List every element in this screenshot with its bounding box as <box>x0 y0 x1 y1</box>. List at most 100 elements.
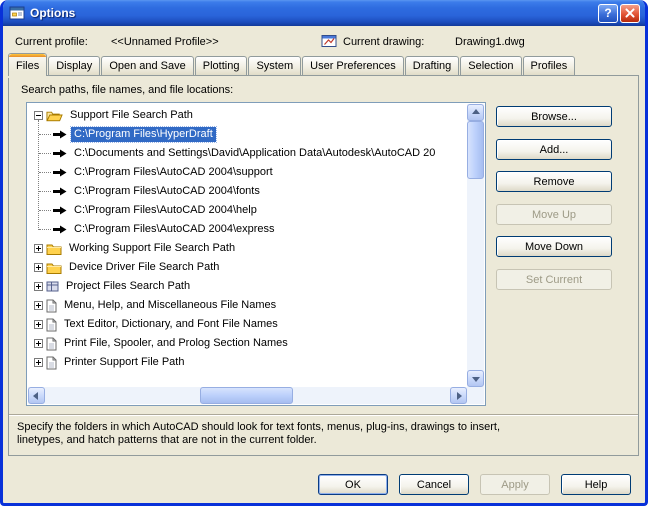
tree-item-path[interactable]: C:\Program Files\HyperDraft <box>28 125 467 144</box>
expand-plus-icon[interactable] <box>34 282 43 291</box>
window-title: Options <box>30 6 598 20</box>
tree-item-label: Print File, Spooler, and Prolog Section … <box>61 336 291 351</box>
page-icon <box>46 299 57 313</box>
tree-item-label: Printer Support File Path <box>61 355 187 370</box>
scrollbar-corner <box>467 387 484 404</box>
tab-selection[interactable]: Selection <box>460 56 521 75</box>
file-paths-tree: Support File Search Path C:\Program File… <box>26 102 486 406</box>
tree-item-text-editor-file-names[interactable]: Text Editor, Dictionary, and Font File N… <box>28 315 467 334</box>
left-arrow-icon <box>33 392 38 400</box>
tree-item-label: Support File Search Path <box>67 108 196 123</box>
tree-item-print-file-names[interactable]: Print File, Spooler, and Prolog Section … <box>28 334 467 353</box>
tree-item-label: Text Editor, Dictionary, and Font File N… <box>61 317 281 332</box>
tab-open-and-save[interactable]: Open and Save <box>101 56 193 75</box>
tree-item-label: Device Driver File Search Path <box>66 260 222 275</box>
cancel-button[interactable]: Cancel <box>399 474 469 495</box>
horizontal-scrollbar[interactable] <box>28 387 467 404</box>
expand-plus-icon[interactable] <box>34 301 43 310</box>
ok-button[interactable]: OK <box>318 474 388 495</box>
tree-item-label: C:\Program Files\AutoCAD 2004\support <box>71 165 276 180</box>
arrow-icon <box>53 130 67 139</box>
tree-item-path[interactable]: C:\Program Files\AutoCAD 2004\support <box>28 163 467 182</box>
options-app-icon <box>9 5 25 21</box>
titlebar[interactable]: Options ? <box>0 0 648 26</box>
apply-button[interactable]: Apply <box>480 474 550 495</box>
up-arrow-icon <box>472 109 480 114</box>
options-dialog: Options ? Current profile: <<Unnamed Pro… <box>0 0 648 506</box>
tab-description-text: Specify the folders in which AutoCAD sho… <box>17 421 537 447</box>
scroll-left-button[interactable] <box>28 387 45 404</box>
expand-plus-icon[interactable] <box>34 320 43 329</box>
vertical-scrollbar[interactable] <box>467 104 484 387</box>
folder-icon <box>46 261 62 274</box>
project-icon <box>46 280 59 293</box>
question-icon: ? <box>604 6 611 20</box>
tree-item-printer-support-path[interactable]: Printer Support File Path <box>28 353 467 372</box>
tree-item-label: Project Files Search Path <box>63 279 193 294</box>
tab-files[interactable]: Files <box>8 53 47 76</box>
tree-item-label-selected: C:\Program Files\HyperDraft <box>71 127 216 142</box>
collapse-minus-icon[interactable] <box>34 111 43 120</box>
folder-open-icon <box>46 109 63 122</box>
horizontal-scroll-thumb[interactable] <box>200 387 293 404</box>
scroll-up-button[interactable] <box>467 104 484 121</box>
files-tab-panel: Search paths, file names, and file locat… <box>8 75 639 456</box>
current-drawing-value: Drawing1.dwg <box>455 36 525 48</box>
page-icon <box>46 356 57 370</box>
tree-item-label: C:\Program Files\AutoCAD 2004\express <box>71 222 278 237</box>
tab-user-preferences[interactable]: User Preferences <box>302 56 404 75</box>
tree-item-path[interactable]: C:\Program Files\AutoCAD 2004\help <box>28 201 467 220</box>
arrow-icon <box>53 187 67 196</box>
current-drawing-label: Current drawing: <box>343 36 424 48</box>
close-button[interactable] <box>620 4 640 23</box>
tab-plotting[interactable]: Plotting <box>195 56 248 75</box>
expand-plus-icon[interactable] <box>34 358 43 367</box>
close-icon <box>625 8 635 18</box>
move-down-button[interactable]: Move Down <box>496 236 612 257</box>
browse-button[interactable]: Browse... <box>496 106 612 127</box>
add-button[interactable]: Add... <box>496 139 612 160</box>
move-up-button[interactable]: Move Up <box>496 204 612 225</box>
vertical-scroll-thumb[interactable] <box>467 121 484 179</box>
current-profile-value: <<Unnamed Profile>> <box>111 36 219 48</box>
expand-plus-icon[interactable] <box>34 244 43 253</box>
scroll-right-button[interactable] <box>450 387 467 404</box>
arrow-icon <box>53 168 67 177</box>
tab-display[interactable]: Display <box>48 56 100 75</box>
drawing-file-icon <box>321 33 337 49</box>
remove-button[interactable]: Remove <box>496 171 612 192</box>
current-profile-label: Current profile: <box>15 36 88 48</box>
expand-plus-icon[interactable] <box>34 263 43 272</box>
tree-content: Support File Search Path C:\Program File… <box>28 104 467 387</box>
expand-plus-icon[interactable] <box>34 339 43 348</box>
tab-drafting[interactable]: Drafting <box>405 56 460 75</box>
help-titlebar-button[interactable]: ? <box>598 4 618 23</box>
tree-item-label: Working Support File Search Path <box>66 241 238 256</box>
set-current-button[interactable]: Set Current <box>496 269 612 290</box>
folder-icon <box>46 242 62 255</box>
section-label: Search paths, file names, and file locat… <box>21 84 233 96</box>
tree-children: C:\Program Files\HyperDraft C:\Documents… <box>28 125 467 239</box>
tab-system[interactable]: System <box>248 56 301 75</box>
down-arrow-icon <box>472 377 480 382</box>
tree-item-label: C:\Program Files\AutoCAD 2004\fonts <box>71 184 263 199</box>
tree-item-label: Menu, Help, and Miscellaneous File Names <box>61 298 279 313</box>
tab-profiles[interactable]: Profiles <box>523 56 576 75</box>
tree-item-label: C:\Documents and Settings\David\Applicat… <box>71 146 438 161</box>
page-icon <box>46 318 57 332</box>
titlebar-buttons: ? <box>598 4 640 23</box>
arrow-icon <box>53 225 67 234</box>
tree-item-device-driver-path[interactable]: Device Driver File Search Path <box>28 258 467 277</box>
tree-item-project-files-path[interactable]: Project Files Search Path <box>28 277 467 296</box>
tab-bar: Files Display Open and Save Plotting Sys… <box>8 53 576 76</box>
help-button[interactable]: Help <box>561 474 631 495</box>
scroll-down-button[interactable] <box>467 370 484 387</box>
tree-item-menu-help-file-names[interactable]: Menu, Help, and Miscellaneous File Names <box>28 296 467 315</box>
page-icon <box>46 337 57 351</box>
tree-item-path[interactable]: C:\Documents and Settings\David\Applicat… <box>28 144 467 163</box>
tree-item-support-file-search-path[interactable]: Support File Search Path <box>28 106 467 125</box>
tree-item-path[interactable]: C:\Program Files\AutoCAD 2004\express <box>28 220 467 239</box>
arrow-icon <box>53 149 67 158</box>
tree-item-working-support-path[interactable]: Working Support File Search Path <box>28 239 467 258</box>
tree-item-path[interactable]: C:\Program Files\AutoCAD 2004\fonts <box>28 182 467 201</box>
